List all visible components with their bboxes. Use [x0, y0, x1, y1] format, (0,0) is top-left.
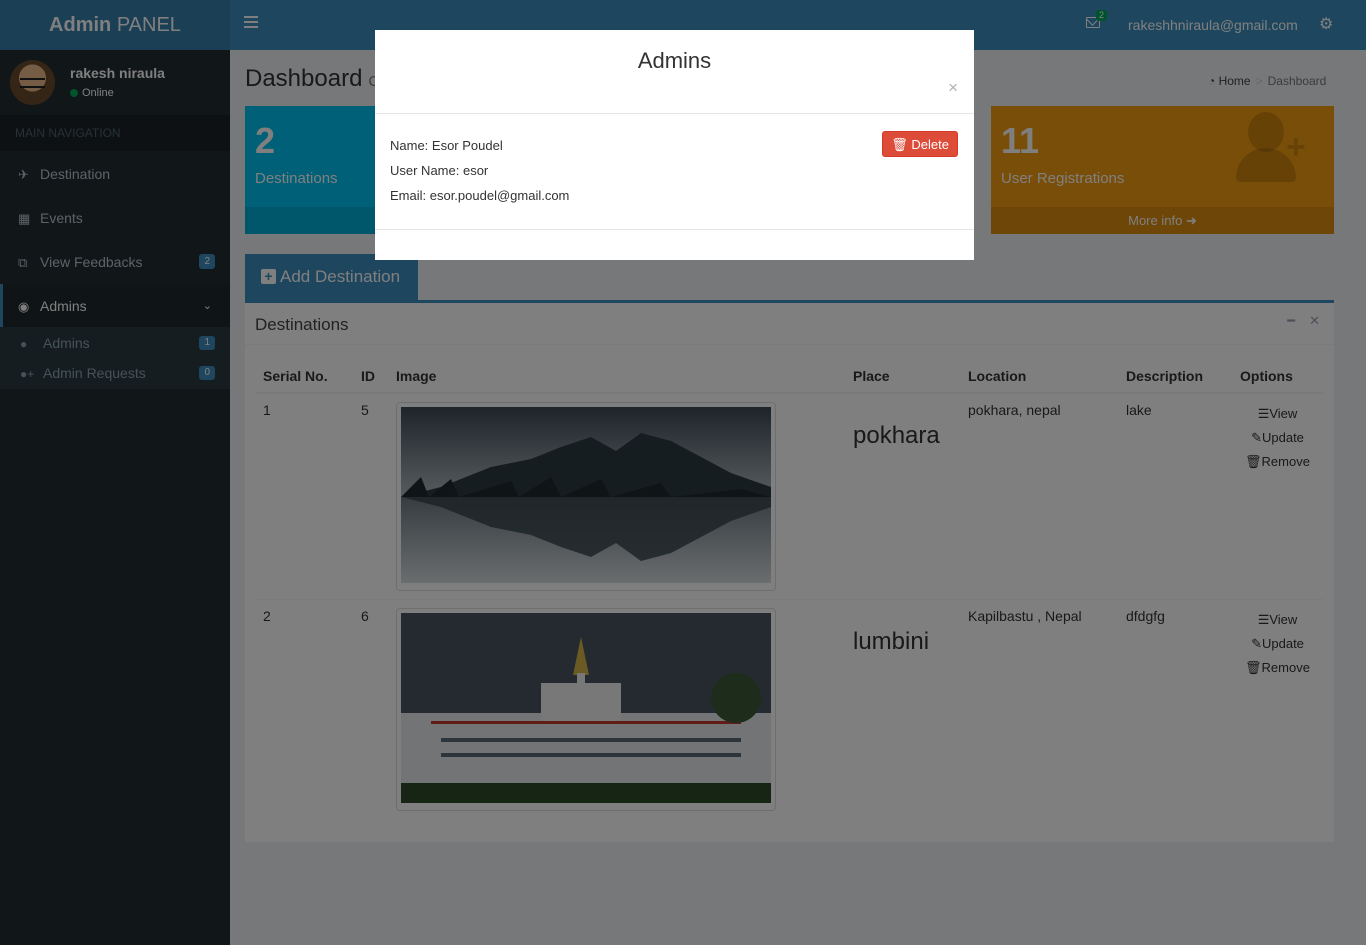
- admin-username: User Name: esor: [390, 163, 489, 178]
- admin-name: Name: Esor Poudel: [390, 138, 503, 153]
- admins-modal: Admins × Name: Esor Poudel User Name: es…: [375, 30, 974, 260]
- modal-title: Admins: [637, 48, 712, 73]
- close-icon[interactable]: ×: [948, 78, 958, 98]
- trash-icon: 🗑: [891, 137, 908, 152]
- delete-admin-button[interactable]: 🗑 Delete: [882, 131, 958, 157]
- admin-email: Email: esor.poudel@gmail.com: [390, 188, 570, 203]
- delete-label: Delete: [911, 137, 949, 152]
